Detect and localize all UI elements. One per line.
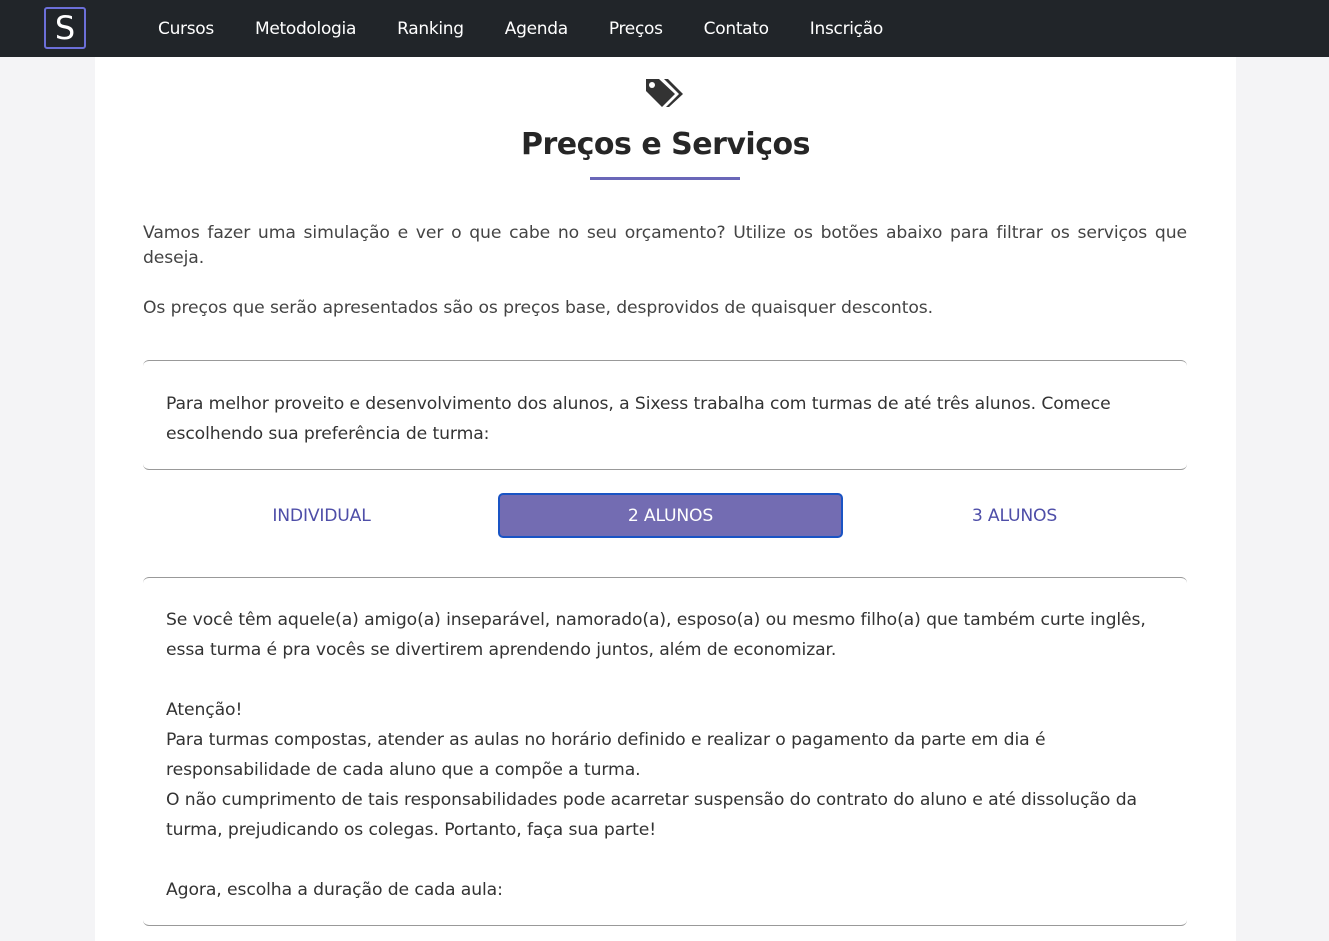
- nav-link-ranking[interactable]: Ranking: [397, 19, 464, 39]
- title-underline: [590, 177, 740, 180]
- option-2-alunos-button[interactable]: 2 ALUNOS: [498, 493, 843, 538]
- logo-letter: S: [54, 9, 76, 47]
- class-choice-card: Para melhor proveito e desenvolvimento d…: [143, 360, 1187, 470]
- details-responsibility: Para turmas compostas, atender as aulas …: [166, 730, 1046, 780]
- nav-links: Cursos Metodologia Ranking Agenda Preços…: [158, 0, 924, 57]
- class-details-text: Se você têm aquele(a) amigo(a) inseparáv…: [166, 605, 1166, 905]
- nav-link-precos[interactable]: Preços: [609, 19, 663, 39]
- tags-icon: [646, 79, 683, 107]
- page-title: Preços e Serviços: [521, 127, 810, 162]
- intro-paragraph-1: Vamos fazer uma simulação e ver o que ca…: [143, 223, 1187, 268]
- class-details-card: Se você têm aquele(a) amigo(a) inseparáv…: [143, 577, 1187, 926]
- nav-link-inscricao[interactable]: Inscrição: [810, 19, 883, 39]
- details-attention: Atenção!: [166, 700, 243, 720]
- option-3-alunos-button[interactable]: 3 ALUNOS: [842, 493, 1187, 538]
- details-description: Se você têm aquele(a) amigo(a) inseparáv…: [166, 610, 1146, 660]
- nav-link-contato[interactable]: Contato: [704, 19, 769, 39]
- intro-paragraph-2: Os preços que serão apresentados são os …: [143, 298, 933, 318]
- details-warning: O não cumprimento de tais responsabilida…: [166, 790, 1137, 840]
- nav-link-metodologia[interactable]: Metodologia: [255, 19, 356, 39]
- nav-link-agenda[interactable]: Agenda: [505, 19, 568, 39]
- logo[interactable]: S: [44, 7, 86, 49]
- duration-prompt: Agora, escolha a duração de cada aula:: [166, 880, 503, 900]
- class-options: INDIVIDUAL 2 ALUNOS 3 ALUNOS: [143, 493, 1187, 538]
- main-content: Preços e Serviços Vamos fazer uma simula…: [95, 57, 1236, 941]
- class-choice-text: Para melhor proveito e desenvolvimento d…: [166, 394, 1111, 444]
- nav-link-cursos[interactable]: Cursos: [158, 19, 214, 39]
- option-individual-button[interactable]: INDIVIDUAL: [149, 493, 494, 538]
- top-navbar: S Cursos Metodologia Ranking Agenda Preç…: [0, 0, 1329, 57]
